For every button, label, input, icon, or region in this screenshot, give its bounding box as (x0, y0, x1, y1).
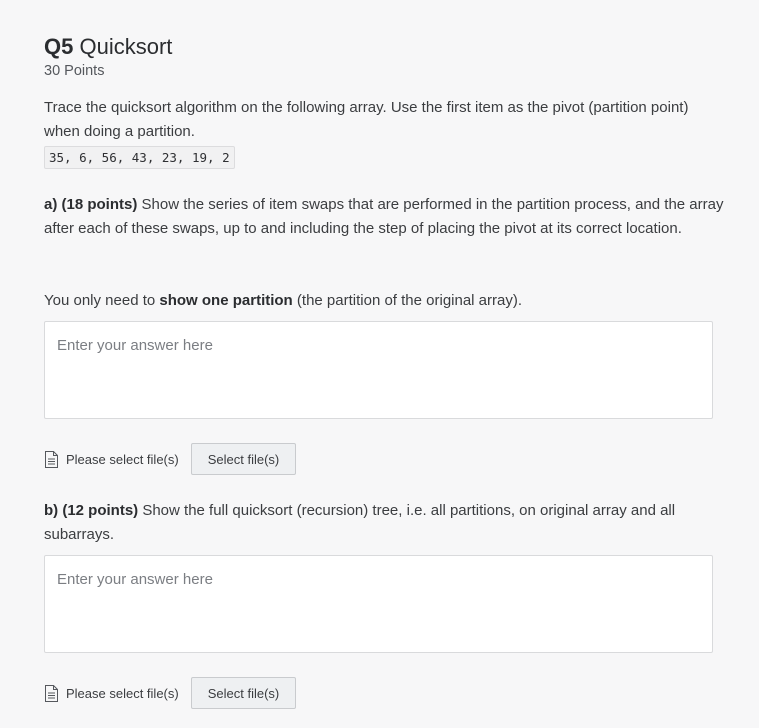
part-b-select-files-button[interactable]: Select file(s) (190, 677, 297, 709)
question-points: 30 Points (44, 63, 105, 79)
part-a-note-suffix: (the partition of the original array). (292, 292, 523, 309)
file-icon (44, 684, 59, 702)
file-icon (44, 450, 59, 468)
part-a-file-label: Please select file(s) (66, 451, 179, 467)
question-title: Q5 Quicksort (44, 34, 172, 60)
part-a-file-upload: Please select file(s) Select file(s) (44, 443, 297, 475)
part-a-answer-field[interactable]: Enter your answer here (44, 321, 713, 419)
question-name: Quicksort (79, 34, 173, 59)
part-b-label: b) (12 points) (44, 502, 139, 519)
part-a-prompt: a) (18 points) Show the series of item s… (44, 193, 724, 241)
question-number: Q5 (44, 34, 74, 59)
part-b-answer-field[interactable]: Enter your answer here (44, 555, 713, 653)
part-a-text: Show the series of item swaps that are p… (44, 196, 724, 237)
part-b-file-upload: Please select file(s) Select file(s) (44, 677, 297, 709)
part-b-prompt: b) (12 points) Show the full quicksort (… (44, 499, 724, 547)
part-a-note: You only need to show one partition (the… (44, 289, 724, 313)
part-a-note-prefix: You only need to (44, 292, 160, 309)
part-a-answer-placeholder: Enter your answer here (57, 337, 213, 354)
part-b-file-label: Please select file(s) (66, 685, 179, 701)
question-page: Q5 Quicksort 30 Points Trace the quickso… (0, 0, 759, 728)
part-a-note-bold: show one partition (159, 292, 293, 309)
part-a-select-files-button[interactable]: Select file(s) (190, 443, 297, 475)
part-a-label: a) (18 points) (44, 196, 138, 213)
part-b-answer-placeholder: Enter your answer here (57, 571, 213, 588)
array-code: 35, 6, 56, 43, 23, 19, 2 (44, 146, 235, 169)
question-intro: Trace the quicksort algorithm on the fol… (44, 99, 689, 140)
part-b-text: Show the full quicksort (recursion) tree… (44, 502, 676, 543)
